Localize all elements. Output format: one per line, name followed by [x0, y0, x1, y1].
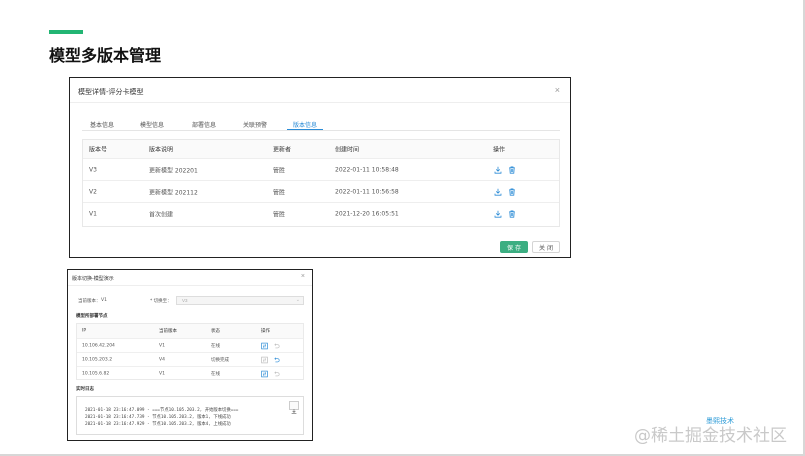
- col-status: 状态: [211, 329, 220, 334]
- divider: [68, 285, 312, 286]
- log-line: 2021-01-18 23:16:47.099 - ===节点10.105.20…: [85, 408, 239, 413]
- row-actions: [261, 356, 280, 363]
- undo-icon[interactable]: [273, 356, 280, 363]
- row-description: 首次创建: [149, 211, 174, 219]
- title-accent-bar: [49, 30, 83, 34]
- close-button[interactable]: 关 闭: [532, 241, 560, 253]
- undo-icon[interactable]: [273, 371, 280, 378]
- nodes-section-title: 模型所部署节点: [76, 314, 108, 319]
- delete-icon[interactable]: [508, 166, 516, 174]
- divider: [70, 102, 570, 103]
- version-switch-dialog: 版本切换-模型演示 × 当前版本： V1 * 切换至： V3 ⌄ 模型所部署节点…: [67, 269, 313, 441]
- chevron-down-icon: ⌄: [295, 297, 300, 303]
- log-line: 2021-01-18 23:16:47.929 - 节点10.105.203.2…: [85, 422, 231, 427]
- download-icon[interactable]: [494, 188, 502, 196]
- switch-version-value: V3: [182, 298, 188, 303]
- model-detail-dialog: 模型详情-评分卡模型 × 基本信息 模型信息 部署信息 关联预警 版本信息 版本…: [69, 77, 571, 258]
- node-table: IP 当前版本 状态 操作 10.106.42.204 V1 在线 10.105…: [76, 323, 304, 380]
- col-actions: 操作: [261, 329, 270, 334]
- row-version: V1: [89, 210, 97, 218]
- current-version-label: 当前版本：: [78, 299, 101, 304]
- download-icon: [291, 409, 297, 414]
- row-ip: 10.105.6.82: [82, 371, 110, 377]
- row-ip: 10.105.203.2: [82, 357, 113, 362]
- col-ip: IP: [82, 328, 87, 334]
- watermark-text: @稀土掘金技术社区: [634, 426, 787, 446]
- col-description: 版本说明: [149, 146, 174, 154]
- tab-basic-info[interactable]: 基本信息: [90, 120, 114, 129]
- switch-version-select[interactable]: V3 ⌄: [176, 296, 304, 305]
- undo-icon[interactable]: [273, 342, 280, 349]
- dialog-title: 模型详情-评分卡模型: [78, 88, 144, 96]
- tab-model-info[interactable]: 模型信息: [140, 120, 164, 129]
- row-updater: 管胜: [273, 167, 286, 174]
- slide: 模型多版本管理 模型详情-评分卡模型 × 基本信息 模型信息 部署信息 关联预警…: [0, 0, 805, 456]
- row-status: 在线: [211, 372, 220, 377]
- table-row: 10.106.42.204 V1 在线: [77, 339, 303, 353]
- tab-baseline: [82, 130, 560, 131]
- row-ip: 10.106.42.204: [82, 343, 115, 348]
- col-version: 版本号: [89, 146, 108, 154]
- col-created: 创建时间: [335, 146, 360, 154]
- row-created: 2021-12-20 16:05:51: [335, 210, 399, 218]
- save-button[interactable]: 保 存: [500, 241, 528, 253]
- close-icon[interactable]: ×: [301, 273, 305, 280]
- delete-icon[interactable]: [508, 188, 516, 196]
- switch-icon[interactable]: [261, 342, 268, 349]
- col-actions: 操作: [493, 146, 506, 154]
- table-row: V2 更新模型 202112 管胜 2022-01-11 10:56:58: [83, 181, 559, 203]
- log-line: 2021-01-18 23:16:47.739 - 节点10.105.203.2…: [85, 415, 231, 420]
- table-row: 10.105.203.2 V4 切换完成: [77, 353, 303, 367]
- row-version: V4: [159, 357, 165, 362]
- active-tab-indicator: [287, 129, 323, 130]
- row-actions: [494, 188, 516, 196]
- version-table: 版本号 版本说明 更新者 创建时间 操作 V3 更新模型 202201 管胜 2…: [82, 139, 560, 227]
- close-icon[interactable]: ×: [555, 85, 560, 95]
- switch-to-label: * 切换至：: [150, 299, 172, 304]
- row-description: 更新模型 202201: [149, 167, 198, 174]
- row-status: 切换完成: [211, 357, 229, 363]
- dialog-title: 版本切换-模型演示: [72, 276, 114, 282]
- row-version: V1: [159, 371, 165, 377]
- log-section-title: 实时日志: [76, 387, 94, 392]
- row-updater: 管胜: [273, 211, 286, 219]
- row-status: 在线: [211, 343, 220, 349]
- table-row: 10.105.6.82 V1 在线: [77, 367, 303, 381]
- row-version: V1: [159, 343, 165, 348]
- row-actions: [261, 370, 280, 378]
- current-version-value: V1: [101, 298, 107, 303]
- realtime-log-panel: 2021-01-18 23:16:47.099 - ===节点10.105.20…: [76, 396, 304, 435]
- tab-related-alerts[interactable]: 关联预警: [243, 120, 267, 129]
- switch-icon[interactable]: [261, 356, 268, 363]
- download-icon[interactable]: [494, 210, 502, 218]
- row-created: 2022-01-11 10:56:58: [335, 188, 399, 195]
- tab-version-info[interactable]: 版本信息: [293, 120, 317, 129]
- download-icon[interactable]: [494, 166, 502, 174]
- row-version: V3: [89, 166, 97, 173]
- download-log-button[interactable]: [289, 401, 299, 414]
- row-actions: [494, 166, 516, 174]
- slide-title: 模型多版本管理: [49, 46, 162, 65]
- row-updater: 管胜: [273, 189, 286, 196]
- row-description: 更新模型 202112: [149, 189, 198, 196]
- row-version: V2: [89, 188, 97, 195]
- table-header: 版本号 版本说明 更新者 创建时间 操作: [83, 140, 559, 159]
- switch-icon[interactable]: [261, 370, 268, 378]
- col-current-version: 当前版本: [159, 329, 177, 334]
- tab-deploy-info[interactable]: 部署信息: [192, 120, 216, 129]
- col-updater: 更新者: [273, 146, 292, 154]
- row-actions: [494, 210, 516, 218]
- table-row: V1 首次创建 管胜 2021-12-20 16:05:51: [83, 203, 559, 225]
- delete-icon[interactable]: [508, 210, 516, 218]
- row-created: 2022-01-11 10:58:48: [335, 166, 399, 173]
- row-actions: [261, 342, 280, 349]
- table-row: V3 更新模型 202201 管胜 2022-01-11 10:58:48: [83, 159, 559, 181]
- table-header: IP 当前版本 状态 操作: [77, 324, 303, 339]
